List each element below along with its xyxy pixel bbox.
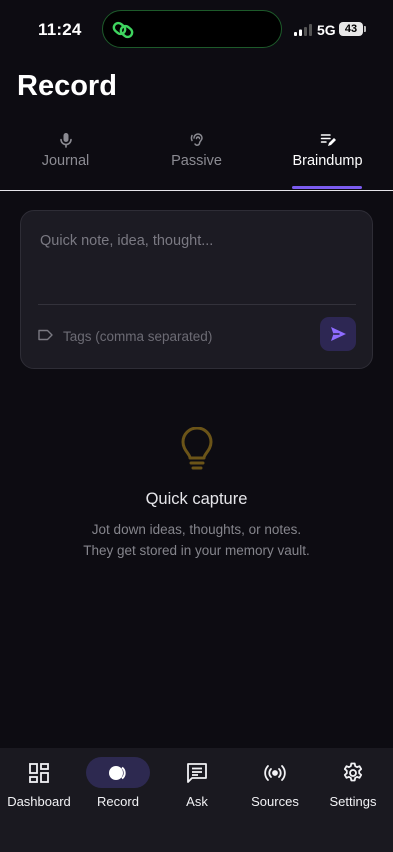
nav-settings-label: Settings xyxy=(329,794,377,809)
ear-icon xyxy=(190,133,203,146)
tab-passive-label: Passive xyxy=(171,153,222,169)
dynamic-island xyxy=(102,10,282,48)
bottom-nav: Dashboard Record Ask Sources Settings xyxy=(0,748,393,852)
nav-settings[interactable]: Settings xyxy=(314,748,392,818)
chat-icon xyxy=(187,763,207,783)
composer-divider xyxy=(38,304,356,305)
record-mode-tabs: Journal Passive Braindump xyxy=(0,128,393,191)
empty-state-description: Jot down ideas, thoughts, or notes. They… xyxy=(0,519,393,561)
record-icon xyxy=(109,766,126,780)
note-input[interactable] xyxy=(38,231,360,295)
send-icon xyxy=(331,327,346,341)
mic-icon xyxy=(59,133,72,148)
nav-sources[interactable]: Sources xyxy=(236,748,314,818)
dashboard-icon xyxy=(29,763,49,783)
tab-journal[interactable]: Journal xyxy=(0,128,131,190)
empty-state-line-1: Jot down ideas, thoughts, or notes. xyxy=(91,522,302,537)
edit-list-icon xyxy=(320,134,336,146)
send-button[interactable] xyxy=(320,317,356,351)
nav-ask[interactable]: Ask xyxy=(158,748,236,818)
nav-dashboard[interactable]: Dashboard xyxy=(0,748,78,818)
nav-record[interactable]: Record xyxy=(79,748,157,818)
status-time: 11:24 xyxy=(38,20,82,39)
active-tab-indicator xyxy=(292,186,362,189)
network-label: 5G xyxy=(317,22,336,38)
tab-journal-label: Journal xyxy=(41,153,90,169)
battery-indicator: 43 xyxy=(339,22,366,36)
broadcast-icon xyxy=(264,765,286,781)
tab-braindump[interactable]: Braindump xyxy=(262,128,393,190)
link-icon xyxy=(112,21,134,39)
empty-state-title: Quick capture xyxy=(145,490,248,508)
tab-passive[interactable]: Passive xyxy=(131,128,262,190)
status-bar: 11:24 5G 43 xyxy=(0,0,393,60)
gear-icon xyxy=(343,762,363,782)
tags-input[interactable] xyxy=(61,324,305,348)
tab-braindump-label: Braindump xyxy=(292,153,363,169)
lightbulb-icon xyxy=(181,427,213,470)
empty-state-line-2: They get stored in your memory vault. xyxy=(83,543,310,558)
page-title: Record xyxy=(17,70,117,102)
signal-icon xyxy=(294,24,312,36)
tag-icon xyxy=(38,329,53,341)
braindump-composer xyxy=(20,210,373,369)
